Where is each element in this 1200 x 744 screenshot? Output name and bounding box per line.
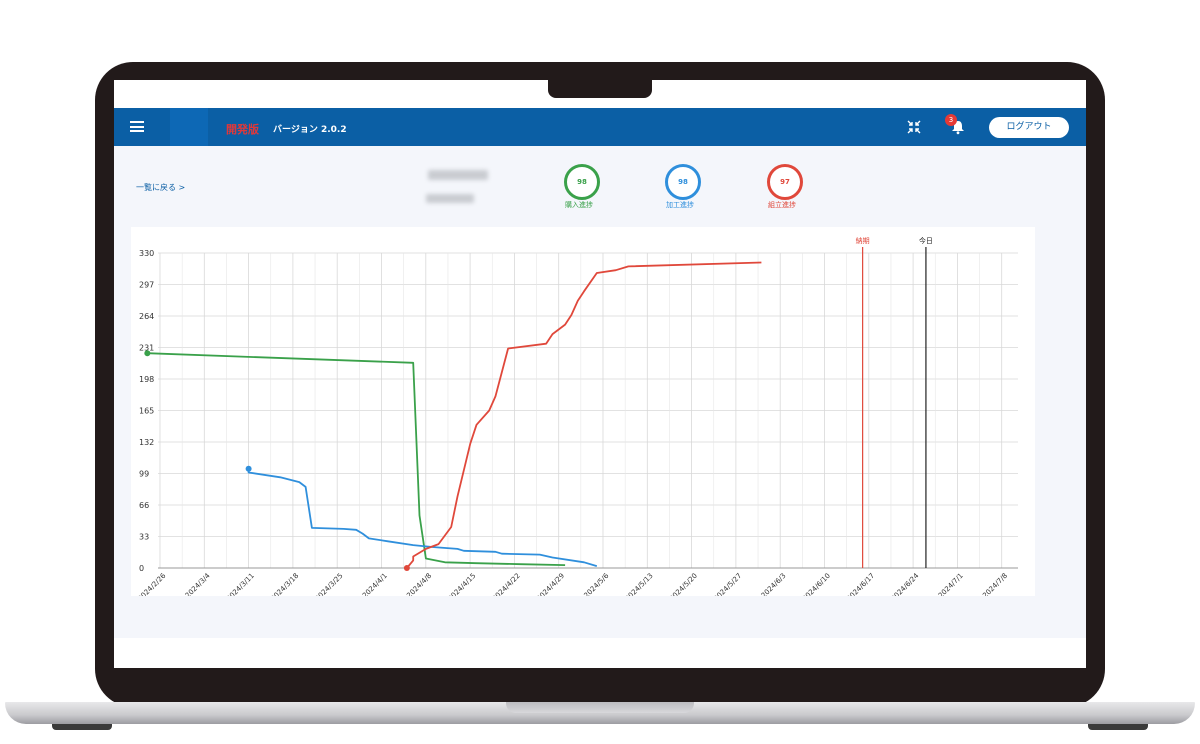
series-start-point <box>245 465 252 472</box>
purchase-progress-value: 98 <box>577 178 587 186</box>
x-tick-label: 2024/4/22 <box>491 572 522 596</box>
assembly-progress-gauge: 97 <box>767 164 803 200</box>
x-tick-label: 2024/3/4 <box>184 571 212 596</box>
x-tick-label: 2024/6/3 <box>760 572 788 596</box>
x-tick-label: 2024/6/24 <box>889 571 920 596</box>
y-tick-label: 297 <box>139 281 154 290</box>
y-tick-label: 132 <box>139 438 154 447</box>
version-label: バージョン 2.0.2 <box>273 125 347 135</box>
main-content: 一覧に戻る > 98 購入進捗 98 加工進捗 97 組立進捗 330 297 26… <box>114 146 1086 638</box>
x-tick-label: 2024/5/13 <box>624 572 655 596</box>
y-tick-label: 264 <box>139 312 154 321</box>
screen: 開発版 バージョン 2.0.2 3 ログアウト 一覧に戻る > 98 購入進捗 … <box>114 80 1086 668</box>
y-tick-label: 0 <box>139 564 144 573</box>
machining-progress-label: 加工進捗 <box>666 201 694 209</box>
notification-badge: 3 <box>945 114 957 126</box>
x-tick-label: 2024/3/11 <box>225 572 256 596</box>
marker-label: 今日 <box>919 236 933 245</box>
logo <box>170 108 208 146</box>
x-tick-label: 2024/7/1 <box>937 572 965 596</box>
redacted-title <box>428 170 488 180</box>
footer-strip <box>114 638 1086 668</box>
machining-progress-value: 98 <box>678 178 688 186</box>
x-tick-label: 2024/6/10 <box>801 572 832 596</box>
laptop-groove <box>506 702 694 713</box>
x-tick-label: 2024/5/6 <box>583 571 611 596</box>
x-tick-label: 2024/6/17 <box>845 572 876 596</box>
dev-label: 開発版 <box>226 123 259 136</box>
series-line <box>406 261 762 569</box>
marker-label: 納期 <box>856 236 870 245</box>
assembly-progress-label: 組立進捗 <box>768 201 796 209</box>
laptop-foot-left <box>52 724 112 730</box>
y-tick-label: 33 <box>139 533 149 542</box>
app-bar: 開発版 バージョン 2.0.2 3 ログアウト <box>114 108 1086 146</box>
purchase-progress-gauge: 98 <box>564 164 600 200</box>
progress-chart: 330 297 264 231 198 165 132 99 66 33 0 2024/2/26 202… <box>131 227 1035 603</box>
camera-notch <box>548 80 652 98</box>
laptop-foot-right <box>1088 724 1148 730</box>
redacted-subtitle <box>426 194 474 203</box>
menu-icon[interactable] <box>130 121 144 132</box>
x-tick-label: 2024/3/25 <box>314 572 345 596</box>
series-start-point <box>144 350 151 357</box>
y-tick-label: 99 <box>139 470 149 479</box>
purchase-progress-label: 購入進捗 <box>565 201 593 209</box>
machining-progress-gauge: 98 <box>665 164 701 200</box>
x-tick-label: 2024/5/27 <box>712 572 743 596</box>
x-tick-label: 2024/2/26 <box>136 571 167 596</box>
chart-svg: 33029726423119816513299663302024/2/26 202… <box>136 236 1018 603</box>
x-tick-label: 2024/4/29 <box>535 572 566 596</box>
series-start-point <box>403 565 410 571</box>
x-tick-label: 2024/7/8 <box>981 572 1009 596</box>
x-tick-label: 2024/4/8 <box>405 572 433 596</box>
y-tick-label: 198 <box>139 375 154 384</box>
series-line <box>147 352 566 566</box>
x-tick-label: 2024/5/20 <box>668 572 699 596</box>
y-tick-label: 330 <box>139 249 154 258</box>
back-to-list-link[interactable]: 一覧に戻る > <box>136 182 185 193</box>
y-tick-label: 66 <box>139 501 149 510</box>
x-tick-label: 2024/4/1 <box>361 572 389 596</box>
logout-button[interactable]: ログアウト <box>989 117 1069 138</box>
assembly-progress-value: 97 <box>780 178 790 186</box>
x-tick-label: 2024/3/18 <box>269 572 300 596</box>
y-tick-label: 165 <box>139 407 154 416</box>
x-tick-label: 2024/4/15 <box>446 572 477 596</box>
compress-icon[interactable] <box>907 120 921 134</box>
